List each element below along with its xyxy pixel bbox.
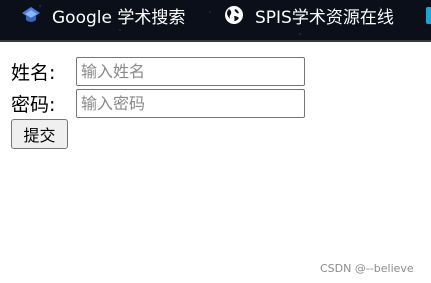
name-input[interactable] (76, 56, 305, 86)
bookmarks-bar: Google 学术搜索 SPIS学术资源在线 (0, 0, 431, 42)
watermark: CSDN @--believe (320, 262, 414, 275)
bookmark-spis[interactable]: SPIS学术资源在线 (224, 0, 394, 30)
graduation-cap-icon (21, 5, 41, 25)
bookmark-label: Google 学术搜索 (52, 7, 186, 28)
bookmark-google-scholar[interactable]: Google 学术搜索 (21, 0, 185, 30)
password-row: 密码: (11, 88, 305, 118)
password-input[interactable] (76, 88, 305, 118)
name-row: 姓名: (11, 56, 305, 86)
password-label: 密码: (11, 93, 56, 116)
bookmark-label: SPIS学术资源在线 (255, 7, 394, 28)
submit-button[interactable]: 提交 (11, 119, 68, 149)
name-label: 姓名: (11, 61, 56, 84)
globe-icon (224, 5, 244, 25)
partial-bookmark-icon[interactable] (426, 7, 431, 24)
